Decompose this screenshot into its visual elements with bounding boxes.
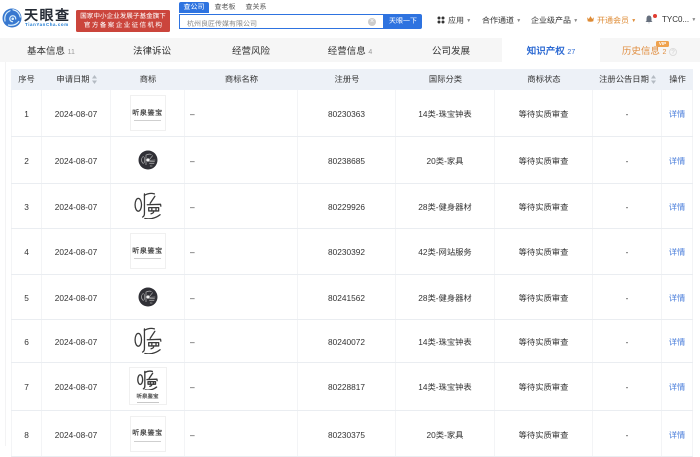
svg-text:st: st <box>149 301 152 305</box>
svg-text:st: st <box>149 163 152 167</box>
